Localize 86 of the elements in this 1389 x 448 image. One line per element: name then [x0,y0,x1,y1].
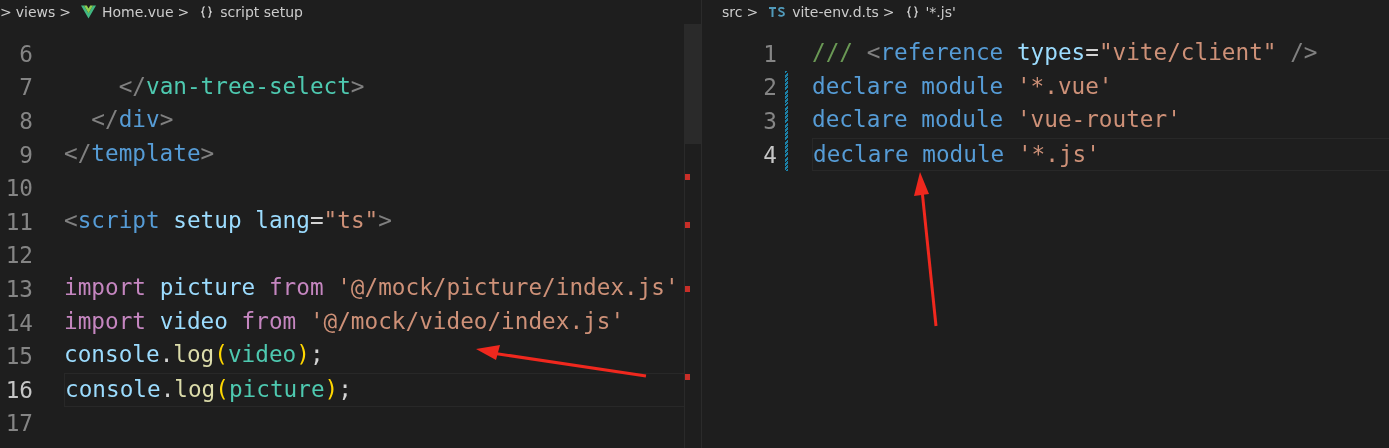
string-literal: "ts" [323,206,379,233]
braces-icon [199,5,215,19]
line-number: 10 [4,175,33,202]
identifier: console [64,341,160,368]
keyword: declare [812,106,908,133]
bracket: ( [215,375,229,402]
line-number: 17 [4,410,33,437]
line-number: 16 [4,376,33,403]
tag-name: van-tree-select [145,72,351,99]
string-literal: '*.vue' [1015,72,1113,99]
code-text: ; [338,375,352,402]
chevron-icon: > [0,4,12,20]
code-text: ; [309,341,324,368]
line-number: 9 [18,141,33,168]
keyword: div [118,106,160,133]
scrollbar[interactable] [684,24,701,448]
breadcrumb-item[interactable]: views [15,4,56,20]
identifier: console [65,375,161,402]
typescript-icon [768,5,787,19]
keyword: declare [812,72,908,99]
breadcrumb-item[interactable]: script setup [220,4,303,20]
string-literal: 'vue-router' [1015,106,1181,133]
line-number: 14 [4,309,33,336]
chevron-icon: > [177,4,190,20]
function-name: log [173,341,215,368]
line-number: 7 [18,74,33,101]
keyword: declare [813,140,909,167]
string-literal: '@/mock/video/index.js' [308,307,625,334]
string-literal: '*.js' [1016,140,1100,167]
identifier: picture [228,375,325,402]
line-number: 3 [762,108,777,134]
chevron-icon: > [59,4,71,20]
string-literal: '@/mock/picture/index.js' [336,274,679,301]
line-number: 1 [762,40,777,67]
function-name: log [174,375,216,402]
code-text: = [309,206,324,233]
keyword: template [91,139,201,166]
punctuation: < [865,39,881,65]
chevron-icon: > [746,4,759,20]
bracket: ) [296,341,310,368]
code-text: . [160,375,175,402]
line-number: 2 [762,74,777,101]
breadcrumb-item[interactable]: Home.vue [102,4,174,20]
punctuation: > [159,106,174,133]
line-number: 4 [762,141,777,168]
line-number: 6 [18,40,33,67]
vue-icon [81,5,96,19]
string-literal: "vite/client" [1098,39,1277,65]
identifier: picture [158,274,256,301]
keyword: module [920,106,1004,133]
punctuation: </ [64,139,92,166]
breadcrumb-item[interactable]: vite-env.d.ts [792,4,879,20]
punctuation: > [200,139,215,166]
bracket: ( [214,341,228,368]
line-number: 11 [4,208,33,235]
keyword: from [240,307,297,334]
line-number: 8 [18,108,33,134]
keyword: from [267,274,324,301]
keyword: module [921,140,1005,167]
keyword: import [64,307,146,334]
braces-icon [904,5,920,19]
punctuation: > [350,72,365,99]
punctuation: </ [117,72,146,99]
breadcrumb-item[interactable]: '*.js' [925,4,956,20]
code-text: = [1085,39,1099,65]
punctuation: /> [1289,39,1318,65]
keyword: module [920,72,1004,99]
identifier: video [158,307,228,334]
chevron-icon: > [882,4,895,20]
line-number: 15 [4,343,33,370]
keyword: import [64,274,146,301]
keyword: script [77,206,160,233]
code-text: . [159,341,174,368]
keyword: reference [880,39,1004,65]
punctuation: > [378,206,392,233]
attribute: types [1015,39,1086,65]
line-number: 13 [4,275,33,302]
breadcrumb-item[interactable]: src [722,4,743,20]
attribute: setup [172,206,242,233]
attribute: lang [254,206,310,233]
line-number: 12 [4,242,33,269]
identifier: video [227,341,297,368]
bracket: ) [324,375,339,402]
punctuation: < [64,206,78,233]
comment: /// [812,39,853,65]
punctuation: </ [90,106,119,133]
